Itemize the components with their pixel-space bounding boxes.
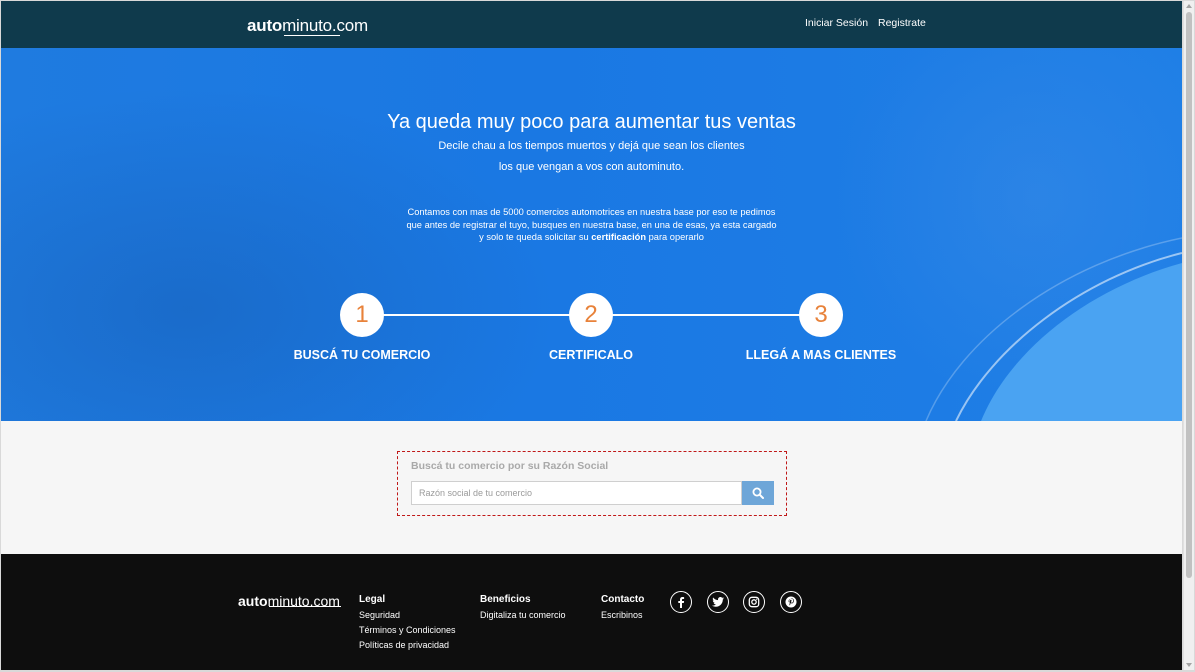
scroll-down-arrow-icon[interactable] (1186, 663, 1192, 667)
scroll-up-arrow-icon[interactable] (1186, 4, 1192, 8)
step-1-label: BUSCÁ TU COMERCIO (293, 348, 431, 362)
search-input[interactable] (411, 481, 742, 505)
search-icon (752, 487, 764, 499)
business-search-panel: Buscá tu comercio por su Razón Social (397, 451, 787, 516)
search-button[interactable] (742, 481, 774, 505)
instagram-icon (748, 596, 760, 608)
footer-column-contacto: Contacto Escribinos (601, 594, 644, 620)
logo-underline (284, 35, 340, 36)
facebook-button[interactable] (670, 591, 692, 613)
hero-banner: Ya queda muy poco para aumentar tus vent… (1, 48, 1182, 421)
step-1-circle: 1 (340, 293, 384, 337)
header-logo[interactable]: autominuto.com (247, 16, 368, 36)
footer-column-legal: Legal Seguridad Términos y Condiciones P… (359, 594, 456, 650)
footer: autominuto.com Legal Seguridad Términos … (1, 554, 1182, 670)
footer-legal-title: Legal (359, 594, 386, 605)
hero-subtitle-line1: Decile chau a los tiempos muertos y dejá… (438, 140, 745, 152)
pinterest-button[interactable] (780, 591, 802, 613)
login-link[interactable]: Iniciar Sesión (805, 17, 868, 29)
footer-link-privacidad[interactable]: Políticas de privacidad (359, 640, 456, 650)
certification-highlight: certificación (591, 232, 647, 242)
step-3-label: LLEGÁ A MAS CLIENTES (745, 348, 897, 362)
footer-link-digitaliza[interactable]: Digitaliza tu comercio (480, 610, 566, 620)
search-title: Buscá tu comercio por su Razón Social (411, 460, 609, 472)
hero-info-line2: que antes de registrar el tuyo, busques … (406, 220, 777, 230)
footer-logo-underline (269, 606, 341, 607)
instagram-button[interactable] (743, 591, 765, 613)
hero-subtitle-line2: los que vengan a vos con autominuto. (498, 161, 685, 173)
footer-link-seguridad[interactable]: Seguridad (359, 610, 456, 620)
hero-info-line1: Contamos con mas de 5000 comercios autom… (407, 207, 776, 217)
step-2-label: CERTIFICALO (548, 348, 634, 362)
step-3-circle: 3 (799, 293, 843, 337)
footer-beneficios-title: Beneficios (480, 594, 531, 605)
facebook-icon (678, 597, 685, 608)
footer-link-escribinos[interactable]: Escribinos (601, 610, 644, 620)
step-2-circle: 2 (569, 293, 613, 337)
vertical-scrollbar[interactable] (1183, 1, 1194, 670)
footer-link-terminos[interactable]: Términos y Condiciones (359, 625, 456, 635)
page: autominuto.com Iniciar Sesión Registrate… (1, 1, 1182, 670)
pinterest-icon (785, 596, 797, 608)
footer-contacto-title: Contacto (601, 594, 645, 605)
top-navbar: autominuto.com Iniciar Sesión Registrate (1, 1, 1182, 48)
hero-info-line3: y solo te queda solicitar su certificaci… (479, 232, 704, 242)
twitter-icon (712, 597, 724, 607)
twitter-button[interactable] (707, 591, 729, 613)
hero-title: Ya queda muy poco para aumentar tus vent… (387, 111, 796, 133)
scrollbar-thumb[interactable] (1186, 12, 1192, 578)
footer-column-beneficios: Beneficios Digitaliza tu comercio (480, 594, 566, 620)
register-link[interactable]: Registrate (878, 17, 926, 29)
